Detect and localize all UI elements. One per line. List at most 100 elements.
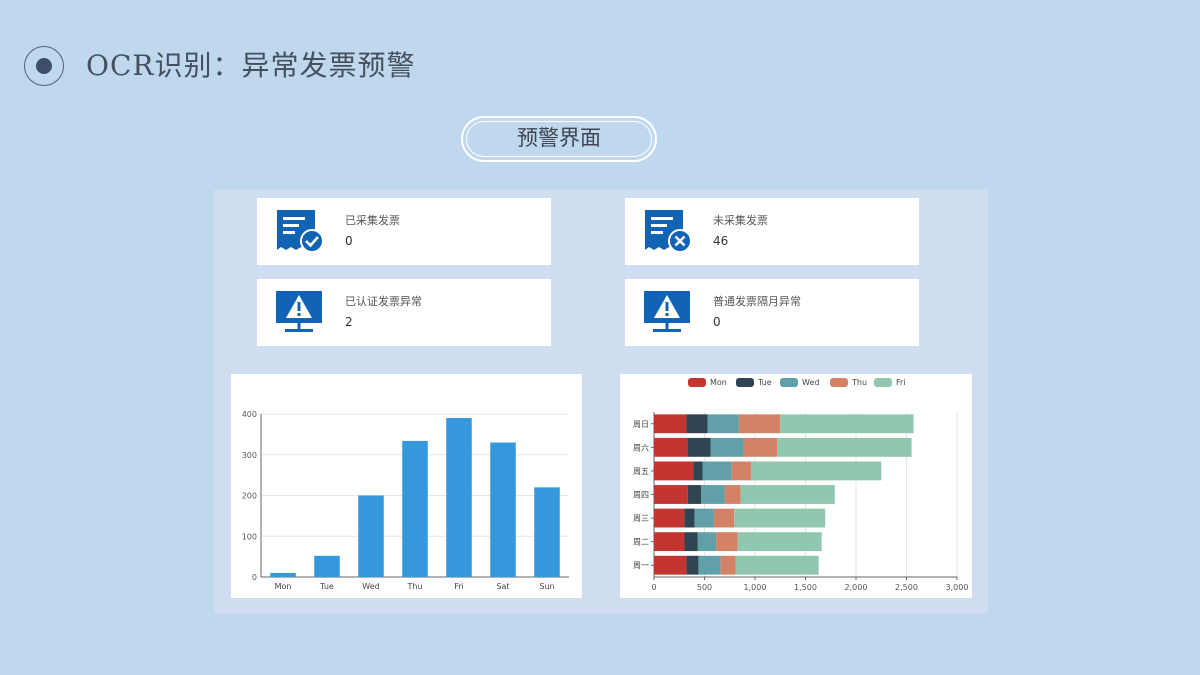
bar-wed [358, 495, 384, 577]
bar-segment-thu [713, 508, 735, 528]
bar-segment-thu [738, 414, 781, 434]
bar-segment-mon [654, 437, 688, 457]
bar-segment-fri [780, 414, 914, 434]
x-tick-label: 0 [651, 583, 656, 592]
invoice-check-icon [277, 210, 324, 253]
bar-segment-thu [724, 485, 741, 504]
card-collected-invoices[interactable]: 已采集发票 0 [257, 198, 551, 265]
card-value: 0 [345, 234, 353, 248]
y-tick-label: 400 [242, 410, 257, 419]
card-value: 0 [713, 315, 721, 329]
bar-segment-mon [654, 508, 685, 528]
invoice-cross-icon [645, 210, 692, 253]
bar-segment-mon [654, 461, 694, 481]
x-tick-label: Sat [496, 582, 509, 591]
bar-fri [446, 418, 472, 577]
bar-segment-mon [654, 414, 687, 434]
bar-sun [534, 487, 560, 577]
bar-segment-tue [684, 532, 698, 552]
legend-label: Thu [851, 378, 867, 387]
y-tick-label: 周二 [633, 538, 649, 547]
card-label: 未采集发票 [713, 214, 768, 227]
card-label: 已认证发票异常 [345, 295, 422, 308]
legend-swatch [830, 378, 848, 387]
bar-segment-wed [710, 437, 744, 457]
y-tick-label: 300 [242, 451, 257, 460]
bar-segment-mon [654, 555, 687, 575]
legend-swatch [736, 378, 754, 387]
card-value: 2 [345, 315, 353, 329]
x-tick-label: 2,500 [895, 583, 918, 592]
bar-segment-tue [686, 414, 708, 434]
bar-segment-fri [740, 485, 835, 504]
legend-swatch [874, 378, 892, 387]
legend-label: Wed [802, 378, 819, 387]
stacked-bar-chart: Mon Tue Wed Thu Fri 0 500 1,000 1,500 2,000 2,500 3… [620, 374, 972, 598]
legend-label: Fri [896, 378, 906, 387]
card-value: 46 [713, 234, 729, 248]
subtitle-pill: 预警界面 [461, 116, 657, 162]
warning-monitor-icon [276, 291, 322, 332]
bar-segment-wed [701, 485, 725, 504]
bar-segment-tue [684, 508, 695, 528]
x-tick-label: Sun [539, 582, 554, 591]
bar-thu [402, 440, 428, 577]
x-tick-label: Wed [362, 582, 379, 591]
x-tick-label: 2,000 [845, 583, 868, 592]
bar-mon [270, 572, 296, 577]
legend-label: Mon [710, 378, 727, 387]
x-tick-label: 3,000 [946, 583, 969, 592]
bar-segment-fri [737, 532, 822, 552]
card-label: 已采集发票 [345, 214, 400, 227]
x-tick-label: Tue [319, 582, 334, 591]
bar-segment-fri [734, 508, 826, 528]
warning-monitor-icon [644, 291, 690, 332]
weekly-bar-chart: 0 100 200 300 400 Mon Tue Wed Thu Fri Sat Sun [231, 374, 582, 598]
bar-segment-wed [698, 555, 721, 575]
y-tick-label: 0 [252, 573, 257, 582]
bar-tue [314, 555, 340, 577]
bar-segment-wed [694, 508, 714, 528]
radio-bullet-icon [24, 46, 64, 86]
stacked-chart-svg: Mon Tue Wed Thu Fri 0 500 1,000 1,500 2,000 2,500 3… [633, 378, 969, 592]
x-tick-label: 1,000 [744, 583, 767, 592]
card-monthly-invoice-anomaly[interactable]: 普通发票隔月异常 0 [625, 279, 919, 346]
card-label: 普通发票隔月异常 [713, 295, 801, 308]
y-tick-label: 200 [242, 492, 257, 501]
bar-segment-tue [693, 461, 703, 481]
bar-segment-fri [750, 461, 882, 481]
legend-swatch [688, 378, 706, 387]
bar-segment-fri [735, 555, 819, 575]
card-uncollected-invoices[interactable]: 未采集发票 46 [625, 198, 919, 265]
bar-segment-wed [702, 461, 732, 481]
y-tick-label: 周五 [633, 467, 649, 476]
bar-chart-svg: 0 100 200 300 400 Mon Tue Wed Thu Fri Sat Sun [242, 410, 569, 591]
dashboard-panel: 已采集发票 0 未采集发票 46 已认证发票异常 2 普通发票隔月异常 0 0 … [214, 190, 988, 614]
y-tick-label: 周日 [633, 420, 649, 429]
y-tick-label: 周四 [633, 491, 649, 500]
bar-segment-thu [720, 555, 736, 575]
bar-segment-wed [707, 414, 739, 434]
bar-segment-fri [777, 437, 912, 457]
page-title: OCR识别：异常发票预警 [86, 49, 416, 82]
y-tick-label: 100 [242, 532, 257, 541]
bar-segment-thu [731, 461, 751, 481]
bar-segment-thu [743, 437, 778, 457]
bar-sat [490, 442, 516, 577]
x-tick-label: 500 [697, 583, 712, 592]
bar-segment-wed [697, 532, 717, 552]
card-certified-invoice-anomaly[interactable]: 已认证发票异常 2 [257, 279, 551, 346]
bar-segment-tue [687, 437, 711, 457]
bar-segment-thu [716, 532, 738, 552]
y-tick-label: 周六 [633, 442, 649, 452]
y-tick-label: 周三 [633, 514, 649, 523]
x-tick-label: Fri [454, 582, 464, 591]
x-tick-label: 1,500 [794, 583, 817, 592]
x-tick-label: Mon [275, 582, 292, 591]
bar-segment-mon [654, 532, 685, 552]
x-tick-label: Thu [406, 582, 422, 591]
legend-swatch [780, 378, 798, 387]
bar-segment-tue [687, 485, 702, 504]
y-tick-label: 周一 [633, 561, 649, 570]
bar-segment-tue [686, 555, 699, 575]
